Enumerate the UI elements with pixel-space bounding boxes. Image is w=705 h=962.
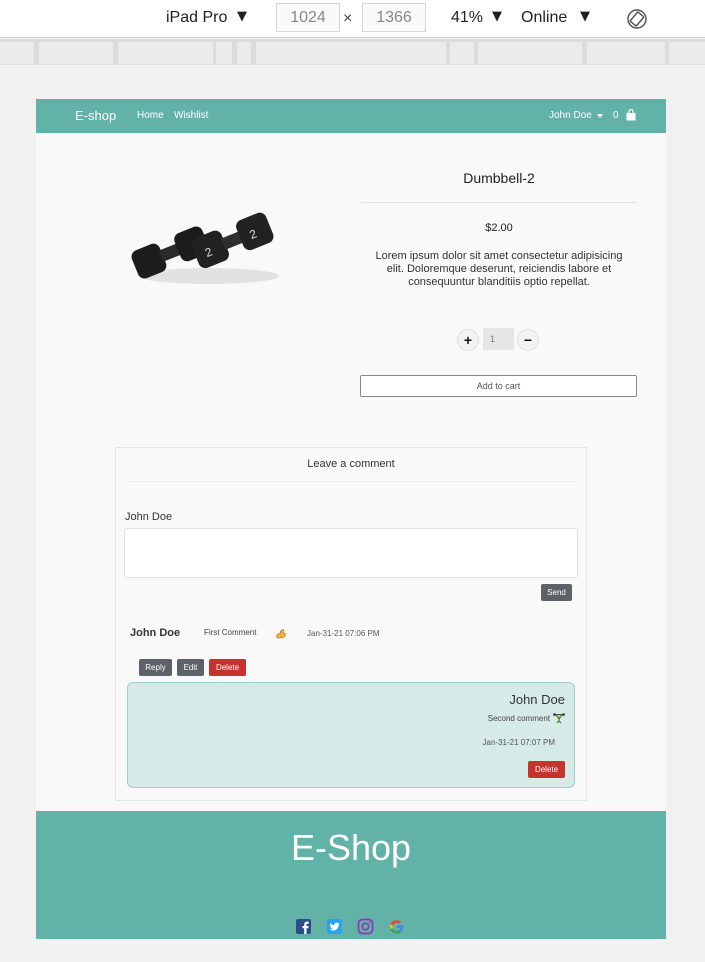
viewport-width-input[interactable]: 1024	[276, 3, 340, 32]
device-dropdown-icon[interactable]: ▼	[237, 9, 247, 24]
zoom-dropdown-icon[interactable]: ▼	[492, 9, 502, 24]
facebook-icon[interactable]	[295, 918, 312, 935]
nav-link-home[interactable]: Home	[137, 110, 164, 121]
caret-down-icon[interactable]	[597, 114, 603, 118]
quantity-input[interactable]	[483, 328, 514, 350]
reply-button[interactable]: Reply	[139, 659, 172, 676]
quantity-increment-button[interactable]: +	[457, 329, 479, 351]
title-divider	[361, 202, 637, 203]
quantity-decrement-button[interactable]: −	[517, 329, 539, 351]
delete-reply-button[interactable]: Delete	[528, 761, 565, 778]
network-throttle-select[interactable]: Online	[521, 9, 567, 27]
ruler-segment[interactable]	[216, 42, 232, 64]
shopping-bag-icon[interactable]	[626, 109, 636, 121]
footer-brand: E-Shop	[290, 827, 412, 868]
product-price: $2.00	[485, 222, 513, 234]
ruler-segment[interactable]	[587, 42, 665, 64]
footer: E-Shop	[36, 811, 666, 939]
add-to-cart-button[interactable]: Add to cart	[360, 375, 637, 397]
reply-text: Second comment	[487, 714, 550, 723]
network-dropdown-icon[interactable]: ▼	[580, 9, 590, 24]
ruler-segment[interactable]	[118, 42, 213, 64]
ruler-segment[interactable]	[450, 42, 474, 64]
comment-form-user: John Doe	[125, 511, 173, 523]
delete-comment-button[interactable]: Delete	[209, 659, 246, 676]
comment-textarea[interactable]	[124, 528, 578, 578]
rotate-icon[interactable]	[626, 8, 648, 30]
edit-button[interactable]: Edit	[177, 659, 204, 676]
ruler-segment[interactable]	[237, 42, 251, 64]
emulated-page: E-shop Home Wishlist John Doe 0 2 2 Dumb…	[36, 99, 666, 939]
ruler-segment[interactable]	[478, 42, 582, 64]
cart-count[interactable]: 0	[613, 110, 619, 121]
navbar: E-shop Home Wishlist John Doe 0	[36, 99, 666, 133]
comment-text: First Comment	[204, 628, 257, 637]
reply-author: John Doe	[509, 692, 565, 707]
comment-author: John Doe	[130, 627, 181, 639]
comments-heading: Leave a comment	[307, 458, 395, 470]
product-image: 2 2	[131, 212, 279, 284]
flexed-bicep-icon	[276, 629, 286, 639]
viewport-height-input[interactable]: 1366	[362, 3, 426, 32]
ruler-segment[interactable]	[39, 42, 113, 64]
zoom-select[interactable]: 41%	[451, 9, 483, 27]
comments-card: Leave a comment John Doe Send John Doe F…	[115, 447, 587, 801]
weightlifter-icon	[553, 713, 565, 724]
reply-card: John Doe Second comment Jan-31-21 07:07 …	[127, 682, 575, 788]
dimension-separator: ×	[343, 10, 353, 27]
google-icon[interactable]	[388, 918, 405, 935]
twitter-icon[interactable]	[326, 918, 343, 935]
comments-divider	[126, 481, 576, 482]
comment-timestamp: Jan-31-21 07:06 PM	[307, 629, 380, 638]
device-select[interactable]: iPad Pro	[166, 9, 227, 27]
user-menu[interactable]: John Doe	[549, 110, 592, 121]
ruler-segment[interactable]	[256, 42, 446, 64]
ruler-segment[interactable]	[669, 42, 705, 64]
ruler-segment[interactable]	[0, 42, 34, 64]
instagram-icon[interactable]	[357, 918, 374, 935]
product-title: Dumbbell-2	[463, 170, 535, 186]
product-description: Lorem ipsum dolor sit amet consectetur a…	[375, 250, 623, 288]
device-toolbar: iPad Pro ▼ 1024 × 1366 41% ▼ Online ▼	[0, 0, 705, 38]
navbar-brand[interactable]: E-shop	[75, 108, 116, 123]
send-button[interactable]: Send	[541, 584, 572, 601]
reply-timestamp: Jan-31-21 07:07 PM	[482, 738, 556, 747]
nav-link-wishlist[interactable]: Wishlist	[174, 110, 208, 121]
media-query-ruler	[0, 39, 705, 65]
